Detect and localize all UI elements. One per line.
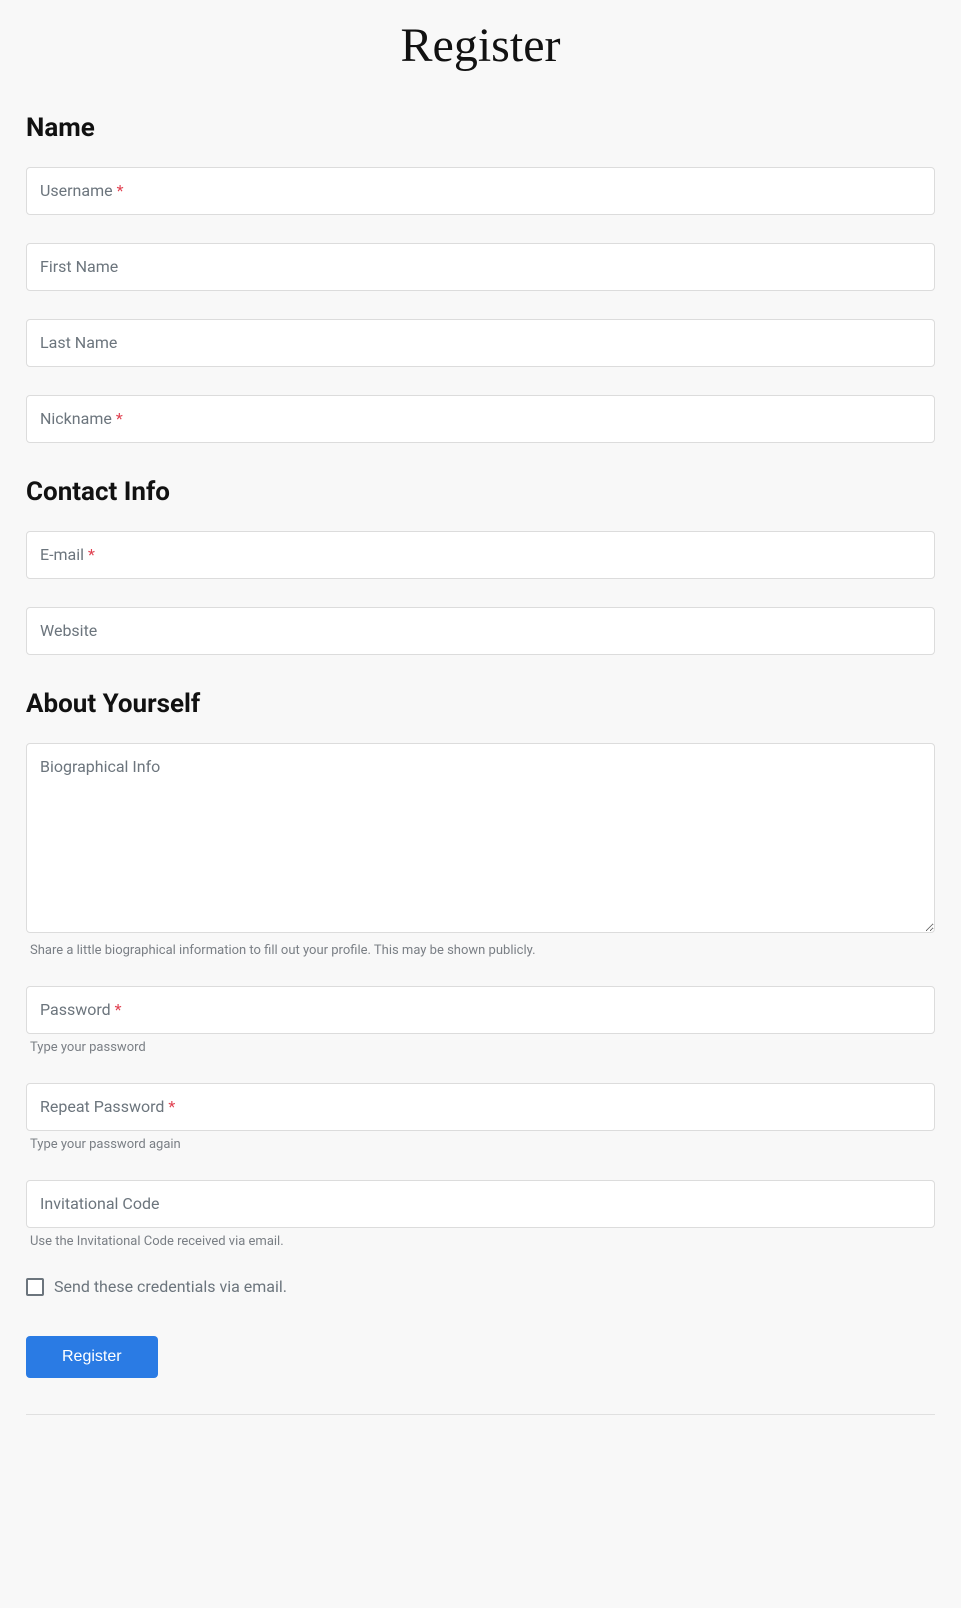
page-title: Register: [26, 18, 935, 73]
field-email: E-mail *: [26, 531, 935, 579]
send-credentials-checkbox[interactable]: [26, 1278, 44, 1296]
repeat-password-input[interactable]: [26, 1083, 935, 1131]
field-bio: Biographical Info Share a little biograp…: [26, 743, 935, 958]
nickname-input[interactable]: [26, 395, 935, 443]
last-name-input[interactable]: [26, 319, 935, 367]
field-invite: Invitational Code Use the Invitational C…: [26, 1180, 935, 1249]
website-input[interactable]: [26, 607, 935, 655]
field-last-name: Last Name: [26, 319, 935, 367]
section-heading-about: About Yourself: [26, 689, 935, 719]
bio-textarea[interactable]: [26, 743, 935, 933]
register-form: Register Name Username * First Name Last…: [0, 0, 961, 1463]
field-website: Website: [26, 607, 935, 655]
repeat-password-hint: Type your password again: [26, 1137, 935, 1152]
field-username: Username *: [26, 167, 935, 215]
section-heading-contact: Contact Info: [26, 477, 935, 507]
field-nickname: Nickname *: [26, 395, 935, 443]
field-repeat-password: Repeat Password * Type your password aga…: [26, 1083, 935, 1152]
send-credentials-label: Send these credentials via email.: [54, 1277, 287, 1296]
divider: [26, 1414, 935, 1415]
section-heading-name: Name: [26, 113, 935, 143]
invite-hint: Use the Invitational Code received via e…: [26, 1234, 935, 1249]
register-button[interactable]: Register: [26, 1336, 158, 1378]
bio-hint: Share a little biographical information …: [26, 943, 935, 958]
invite-input[interactable]: [26, 1180, 935, 1228]
username-input[interactable]: [26, 167, 935, 215]
first-name-input[interactable]: [26, 243, 935, 291]
password-hint: Type your password: [26, 1040, 935, 1055]
field-password: Password * Type your password: [26, 986, 935, 1055]
send-credentials-row: Send these credentials via email.: [26, 1277, 935, 1296]
email-input[interactable]: [26, 531, 935, 579]
field-first-name: First Name: [26, 243, 935, 291]
password-input[interactable]: [26, 986, 935, 1034]
